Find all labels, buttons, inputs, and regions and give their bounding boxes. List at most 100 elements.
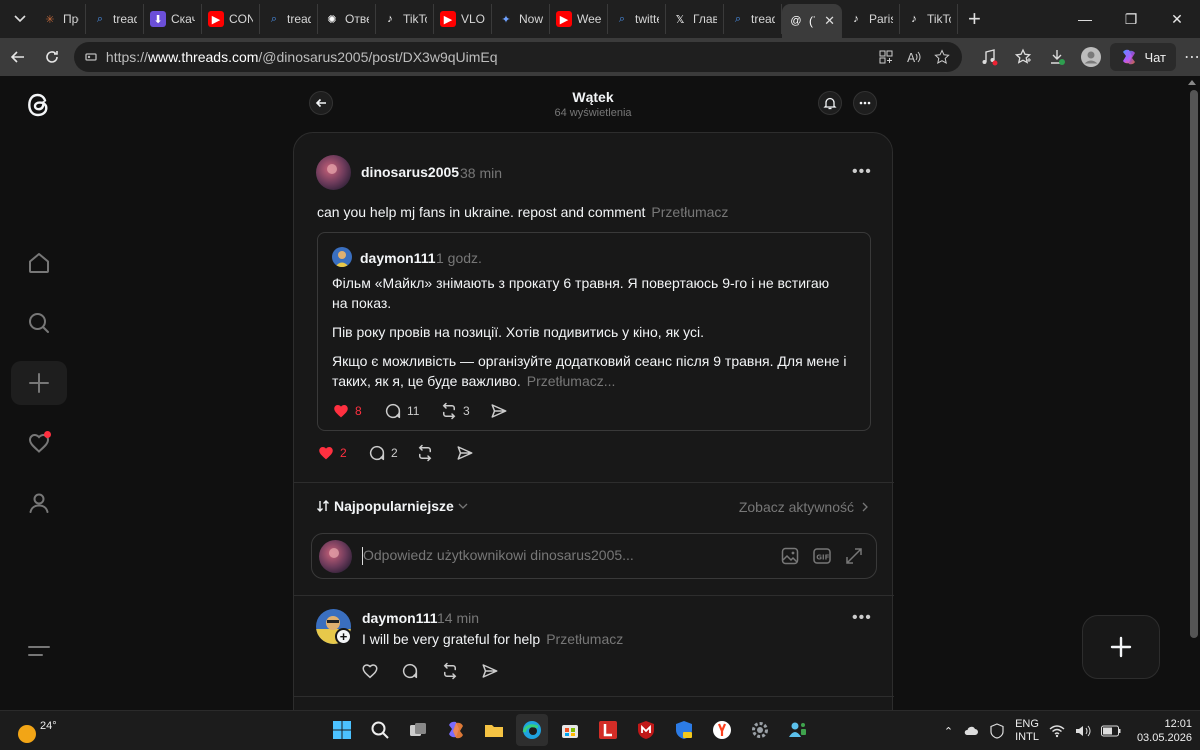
task-view-button[interactable] bbox=[402, 714, 434, 746]
address-bar[interactable]: https://www.threads.com/@dinosarus2005/p… bbox=[73, 42, 963, 72]
gif-icon[interactable]: GIF bbox=[812, 546, 832, 566]
view-activity-link[interactable]: Zobacz aktywność bbox=[739, 499, 868, 515]
store-app[interactable] bbox=[554, 714, 586, 746]
browser-tab[interactable]: ⬇ Скача bbox=[144, 4, 202, 34]
comment-username[interactable]: daymon111 bbox=[362, 610, 438, 626]
comment-reply-button[interactable] bbox=[401, 662, 419, 680]
browser-tab[interactable]: 𝕏 Главн bbox=[666, 4, 724, 34]
tray-overflow-icon[interactable]: ⌃ bbox=[944, 725, 953, 738]
page-scrollbar[interactable] bbox=[1190, 90, 1198, 638]
like-button[interactable]: 2 bbox=[317, 444, 347, 462]
copilot-app[interactable] bbox=[440, 714, 472, 746]
wifi-icon[interactable] bbox=[1049, 724, 1065, 738]
browser-tab[interactable]: ♪ TikTok bbox=[376, 4, 434, 34]
nav-search[interactable] bbox=[11, 301, 67, 345]
quote-reply-button[interactable]: 11 bbox=[384, 402, 419, 420]
repost-button[interactable] bbox=[416, 444, 434, 462]
new-tab-button[interactable]: + bbox=[958, 6, 991, 32]
browser-tab[interactable]: ⌕ treads bbox=[260, 4, 318, 34]
vpn-app[interactable] bbox=[668, 714, 700, 746]
profile-avatar[interactable] bbox=[1080, 46, 1102, 68]
task-view-icon bbox=[410, 723, 426, 736]
browser-tab[interactable]: ⌕ tread bbox=[86, 4, 144, 34]
vpn-tray-icon[interactable] bbox=[989, 723, 1005, 739]
keyboard-language[interactable]: ENG INTL bbox=[1015, 718, 1039, 744]
follow-plus-button[interactable]: + bbox=[335, 628, 352, 645]
quote-username[interactable]: daymon111 bbox=[360, 250, 436, 266]
start-button[interactable] bbox=[326, 714, 358, 746]
thread-more-button[interactable] bbox=[853, 91, 877, 115]
nav-create[interactable] bbox=[11, 361, 67, 405]
downloads-icon[interactable] bbox=[1046, 46, 1068, 68]
read-aloud-icon[interactable]: A bbox=[906, 49, 922, 65]
reply-input[interactable] bbox=[363, 547, 693, 563]
tab-actions-menu-button[interactable] bbox=[4, 4, 36, 34]
avatar[interactable] bbox=[316, 155, 351, 190]
lastpass-app[interactable] bbox=[592, 714, 624, 746]
settings-app[interactable] bbox=[744, 714, 776, 746]
browser-tab[interactable]: ♪ TikTok bbox=[900, 4, 958, 34]
thread-notifications-button[interactable] bbox=[818, 91, 842, 115]
refresh-button[interactable] bbox=[36, 41, 68, 73]
comment-repost-button[interactable] bbox=[441, 662, 459, 680]
image-icon[interactable] bbox=[780, 546, 800, 566]
browser-tab[interactable]: ⌕ treads bbox=[724, 4, 782, 34]
mcafee-app[interactable] bbox=[630, 714, 662, 746]
translate-link[interactable]: Przetłumacz... bbox=[527, 373, 616, 389]
nav-home[interactable] bbox=[11, 241, 67, 285]
favorite-star-icon[interactable] bbox=[934, 49, 951, 65]
browser-menu-button[interactable]: ⋯ bbox=[1184, 47, 1200, 67]
sort-dropdown[interactable]: Najpopularniejsze bbox=[316, 498, 468, 514]
weather-widget[interactable]: 24° bbox=[10, 717, 57, 747]
favorites-icon[interactable] bbox=[1012, 46, 1034, 68]
reply-button[interactable]: 2 bbox=[368, 444, 398, 462]
file-explorer-app[interactable] bbox=[478, 714, 510, 746]
edge-app[interactable] bbox=[516, 714, 548, 746]
post-more-button[interactable]: ••• bbox=[852, 163, 872, 181]
create-post-button[interactable] bbox=[1082, 615, 1160, 679]
scroll-up-arrow[interactable] bbox=[1188, 80, 1196, 85]
share-button[interactable] bbox=[456, 444, 474, 462]
copilot-chat-button[interactable]: Чат bbox=[1110, 43, 1177, 71]
apps-install-icon[interactable] bbox=[878, 49, 894, 65]
post-username[interactable]: dinosarus2005 bbox=[361, 164, 459, 180]
clock[interactable]: 12:01 03.05.2026 bbox=[1137, 717, 1192, 745]
teams-app[interactable] bbox=[782, 714, 814, 746]
browser-tab[interactable]: ♪ Paris bbox=[842, 4, 900, 34]
browser-tab[interactable]: ✳ Проп bbox=[36, 4, 86, 34]
menu-icon[interactable] bbox=[28, 644, 50, 658]
quoted-post[interactable]: daymon111 1 godz. Фільм «Майкл» знімають… bbox=[317, 232, 871, 431]
quote-like-button[interactable]: 8 bbox=[332, 402, 362, 420]
quote-repost-button[interactable]: 3 bbox=[440, 402, 470, 420]
avatar[interactable] bbox=[332, 247, 352, 267]
close-tab-button[interactable]: ✕ bbox=[824, 13, 835, 29]
cloud-icon[interactable] bbox=[963, 723, 979, 739]
volume-icon[interactable] bbox=[1075, 724, 1091, 738]
translate-link[interactable]: Przetłumacz bbox=[651, 204, 728, 220]
translate-link[interactable]: Przetłumacz bbox=[546, 631, 623, 647]
quote-share-button[interactable] bbox=[490, 402, 508, 420]
comment-share-button[interactable] bbox=[481, 662, 499, 680]
threads-logo-icon[interactable] bbox=[24, 90, 54, 120]
browser-tab[interactable]: ▶ VLOG bbox=[434, 4, 492, 34]
expand-icon[interactable] bbox=[844, 546, 864, 566]
nav-profile[interactable] bbox=[11, 481, 67, 525]
browser-tab[interactable]: ✺ Ответ bbox=[318, 4, 376, 34]
browser-tab[interactable]: ✦ Nowo bbox=[492, 4, 550, 34]
browser-tab[interactable]: ▶ Week bbox=[550, 4, 608, 34]
taskbar-search-button[interactable] bbox=[364, 714, 396, 746]
yandex-browser-app[interactable] bbox=[706, 714, 738, 746]
browser-tab[interactable]: @ (7 ✕ bbox=[782, 4, 842, 38]
browser-tab[interactable]: ⌕ twitte bbox=[608, 4, 666, 34]
repost-icon bbox=[443, 662, 457, 680]
nav-activity[interactable] bbox=[11, 421, 67, 465]
back-button[interactable] bbox=[2, 41, 34, 73]
restore-button[interactable]: ❐ bbox=[1108, 0, 1154, 38]
minimize-button[interactable]: — bbox=[1062, 0, 1108, 38]
browser-tab[interactable]: ▶ CONT bbox=[202, 4, 260, 34]
battery-icon[interactable] bbox=[1100, 725, 1121, 737]
music-extension-icon[interactable] bbox=[978, 46, 1000, 68]
comment-more-button[interactable]: ••• bbox=[852, 609, 872, 627]
close-window-button[interactable]: ✕ bbox=[1154, 0, 1200, 38]
comment-like-button[interactable] bbox=[361, 662, 379, 680]
